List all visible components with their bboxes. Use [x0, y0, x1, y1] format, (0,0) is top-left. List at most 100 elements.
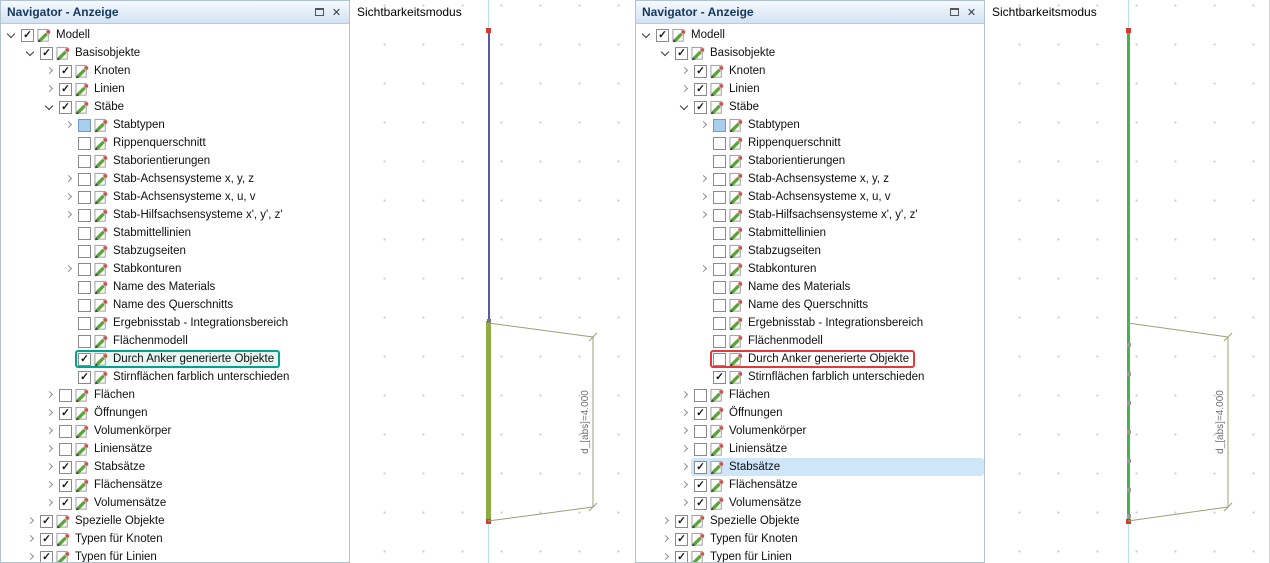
checkbox[interactable]: [59, 424, 72, 438]
tree-row[interactable]: ✓ Stäbe: [636, 98, 984, 116]
tree-row[interactable]: ✓ Stirnflächen farblich unterschieden: [636, 368, 984, 386]
tree-row[interactable]: Volumenkörper: [1, 422, 349, 440]
checkbox[interactable]: [694, 424, 707, 438]
expand-arrow[interactable]: [43, 442, 57, 456]
expand-arrow[interactable]: [62, 154, 76, 168]
tree-row[interactable]: ✓ Basisobjekte: [1, 44, 349, 62]
checkbox[interactable]: [78, 244, 91, 258]
checkbox[interactable]: ✓: [59, 478, 72, 492]
checkbox[interactable]: [78, 262, 91, 276]
checkbox[interactable]: ✓: [78, 370, 91, 384]
expand-arrow[interactable]: [62, 136, 76, 150]
checkbox[interactable]: ✓: [59, 496, 72, 510]
tree-row[interactable]: ✓ Linien: [636, 80, 984, 98]
tree-row[interactable]: ✓ Stabsätze: [636, 458, 984, 476]
tree-row[interactable]: Volumenkörper: [636, 422, 984, 440]
tree-row[interactable]: ✓ Typen für Linien: [636, 548, 984, 562]
expand-arrow[interactable]: [43, 460, 57, 474]
checkbox[interactable]: [713, 334, 726, 348]
tree-row[interactable]: ✓ Linien: [1, 80, 349, 98]
checkbox[interactable]: ✓: [694, 64, 707, 78]
expand-arrow[interactable]: [24, 532, 38, 546]
close-icon[interactable]: ✕: [963, 4, 980, 21]
checkbox[interactable]: ✓: [694, 406, 707, 420]
expand-arrow[interactable]: [43, 388, 57, 402]
viewport[interactable]: Sichtbarkeitsmodus d_[abs]=4.000: [350, 0, 635, 563]
checkbox[interactable]: [713, 190, 726, 204]
checkbox[interactable]: ✓: [40, 532, 53, 546]
tree-row[interactable]: ✓ Modell: [1, 26, 349, 44]
checkbox[interactable]: ✓: [59, 406, 72, 420]
tree-row[interactable]: ✓ Stäbe: [1, 98, 349, 116]
viewport-canvas[interactable]: d_[abs]=4.000: [985, 0, 1269, 563]
tree-row[interactable]: ✓ Stabsätze: [1, 458, 349, 476]
checkbox[interactable]: [78, 172, 91, 186]
checkbox[interactable]: ✓: [656, 28, 669, 42]
expand-arrow[interactable]: [24, 514, 38, 528]
checkbox[interactable]: ✓: [694, 82, 707, 96]
tree-row[interactable]: Stabtypen: [1, 116, 349, 134]
tree-row[interactable]: Stabkonturen: [1, 260, 349, 278]
expand-arrow[interactable]: [697, 370, 711, 384]
expand-arrow[interactable]: [659, 550, 673, 562]
expand-arrow[interactable]: [62, 226, 76, 240]
tree-row[interactable]: ✓ Flächensätze: [636, 476, 984, 494]
tree-row[interactable]: Durch Anker generierte Objekte: [636, 350, 984, 368]
expand-arrow[interactable]: [659, 46, 673, 60]
checkbox[interactable]: ✓: [40, 550, 53, 562]
checkbox[interactable]: [78, 136, 91, 150]
tree-row[interactable]: Staborientierungen: [1, 152, 349, 170]
tree-row[interactable]: ✓ Volumensätze: [636, 494, 984, 512]
expand-arrow[interactable]: [62, 172, 76, 186]
checkbox[interactable]: [59, 442, 72, 456]
expand-arrow[interactable]: [697, 244, 711, 258]
tree-row[interactable]: Name des Materials: [636, 278, 984, 296]
expand-arrow[interactable]: [62, 244, 76, 258]
tree-row[interactable]: Rippenquerschnitt: [1, 134, 349, 152]
checkbox[interactable]: ✓: [675, 514, 688, 528]
checkbox[interactable]: [78, 154, 91, 168]
expand-arrow[interactable]: [43, 64, 57, 78]
expand-arrow[interactable]: [697, 154, 711, 168]
tree-row[interactable]: Stabmittellinien: [636, 224, 984, 242]
checkbox[interactable]: ✓: [40, 514, 53, 528]
tree-row[interactable]: ✓ Knoten: [636, 62, 984, 80]
tree-row[interactable]: Stabmittellinien: [1, 224, 349, 242]
expand-arrow[interactable]: [697, 226, 711, 240]
tree-row[interactable]: ✓ Typen für Knoten: [1, 530, 349, 548]
viewport-canvas[interactable]: d_[abs]=4.000: [350, 0, 635, 563]
tree-row[interactable]: Stabzugseiten: [636, 242, 984, 260]
tree-row[interactable]: ✓ Spezielle Objekte: [1, 512, 349, 530]
expand-arrow[interactable]: [43, 478, 57, 492]
checkbox[interactable]: [59, 388, 72, 402]
expand-arrow[interactable]: [43, 82, 57, 96]
tree-row[interactable]: Name des Querschnitts: [636, 296, 984, 314]
tree-row[interactable]: Flächenmodell: [1, 332, 349, 350]
expand-arrow[interactable]: [697, 262, 711, 276]
expand-arrow[interactable]: [43, 496, 57, 510]
checkbox[interactable]: ✓: [59, 100, 72, 114]
expand-arrow[interactable]: [678, 424, 692, 438]
checkbox[interactable]: [78, 208, 91, 222]
expand-arrow[interactable]: [43, 406, 57, 420]
tree-row[interactable]: ✓ Durch Anker generierte Objekte: [1, 350, 349, 368]
expand-arrow[interactable]: [659, 514, 673, 528]
expand-arrow[interactable]: [62, 208, 76, 222]
checkbox[interactable]: [713, 316, 726, 330]
expand-arrow[interactable]: [697, 172, 711, 186]
tree-row[interactable]: ✓ Volumensätze: [1, 494, 349, 512]
tree-row[interactable]: Stab-Achsensysteme x, y, z: [1, 170, 349, 188]
expand-arrow[interactable]: [678, 406, 692, 420]
checkbox[interactable]: [713, 352, 726, 366]
expand-arrow[interactable]: [678, 460, 692, 474]
checkbox[interactable]: [713, 262, 726, 276]
checkbox[interactable]: ✓: [78, 352, 91, 366]
expand-arrow[interactable]: [697, 190, 711, 204]
checkbox[interactable]: ✓: [59, 460, 72, 474]
tree-row[interactable]: ✓ Spezielle Objekte: [636, 512, 984, 530]
tree-row[interactable]: ✓ Öffnungen: [636, 404, 984, 422]
expand-arrow[interactable]: [5, 28, 19, 42]
checkbox[interactable]: [713, 280, 726, 294]
tree-row[interactable]: Stabkonturen: [636, 260, 984, 278]
checkbox[interactable]: [713, 154, 726, 168]
